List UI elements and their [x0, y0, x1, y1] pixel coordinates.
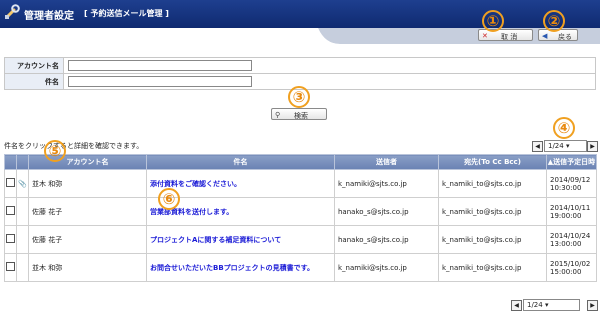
recipient-cell: k_namiki_to@sjts.co.jp	[438, 225, 547, 254]
sender-cell: hanako_s@sjts.co.jp	[334, 197, 439, 226]
table-row: 佐藤 花子 プロジェクトAに関する補足資料について hanako_s@sjts.…	[4, 225, 597, 254]
page-subtitle: [ 予約送信メール管理 ]	[84, 9, 169, 18]
page-select-top[interactable]: 1/24 ▾	[544, 140, 587, 152]
table-row: 並木 和弥 お問合せいただいたBBプロジェクトの見積書です。 k_namiki@…	[4, 253, 597, 282]
row-checkbox[interactable]	[6, 206, 15, 215]
row-checkbox[interactable]	[6, 178, 15, 187]
attachment-column-header	[16, 154, 29, 170]
table-row: 佐藤 花子 営業部資料を送付します。 hanako_s@sjts.co.jp k…	[4, 197, 597, 226]
scheduled-cell: 2015/10/02 15:00:00	[546, 253, 597, 282]
header-bar: 管理者設定 [ 予約送信メール管理 ]	[0, 0, 600, 28]
page-title: 管理者設定	[24, 11, 74, 22]
search-icon: ⚲	[275, 111, 281, 119]
callout-marker-3: ③	[288, 86, 310, 108]
subject-link[interactable]: プロジェクトAに関する補足資料について	[146, 225, 335, 254]
search-button[interactable]: ⚲ 検索	[271, 108, 327, 120]
subject-label: 件名	[4, 73, 64, 90]
scheduled-cell: 2014/10/11 19:00:00	[546, 197, 597, 226]
prev-page-icon[interactable]: ◀	[511, 300, 522, 311]
account-cell: 並木 和弥	[28, 253, 147, 282]
sender-column-header[interactable]: 送信者	[334, 154, 439, 170]
callout-marker-2: ②	[543, 10, 565, 32]
account-cell: 並木 和弥	[28, 169, 147, 198]
close-icon: ✕	[482, 32, 488, 40]
pager-top: ◀ 1/24 ▾ ▶	[532, 140, 598, 152]
pager-bottom: ◀ 1/24 ▾ ▶	[511, 299, 598, 311]
callout-marker-5: ⑤	[44, 140, 66, 162]
callout-marker-4: ④	[553, 117, 575, 139]
callout-marker-1: ①	[482, 10, 504, 32]
paperclip-icon: 📎	[18, 179, 27, 188]
account-cell: 佐藤 花子	[28, 197, 147, 226]
scheduled-column-header[interactable]: ▲送信予定日時	[546, 154, 597, 170]
table-row: 📎 並木 和弥 添付資料をご確認ください。 k_namiki@sjts.co.j…	[4, 169, 597, 198]
row-checkbox[interactable]	[6, 262, 15, 271]
recipient-cell: k_namiki_to@sjts.co.jp	[438, 253, 547, 282]
subject-column-header[interactable]: 件名	[146, 154, 335, 170]
page-select-bottom[interactable]: 1/24 ▾	[523, 299, 580, 311]
subject-link[interactable]: お問合せいただいたBBプロジェクトの見積書です。	[146, 253, 335, 282]
sender-cell: k_namiki@sjts.co.jp	[334, 169, 439, 198]
wrench-icon	[5, 4, 20, 19]
row-checkbox[interactable]	[6, 234, 15, 243]
account-cell: 佐藤 花子	[28, 225, 147, 254]
scheduled-cell: 2014/09/12 10:30:00	[546, 169, 597, 198]
recipient-cell: k_namiki_to@sjts.co.jp	[438, 197, 547, 226]
next-page-icon[interactable]: ▶	[587, 141, 598, 152]
account-name-label: アカウント名	[4, 57, 64, 74]
sender-cell: k_namiki@sjts.co.jp	[334, 253, 439, 282]
back-arrow-icon: ◀	[542, 32, 548, 40]
subject-input[interactable]	[68, 76, 252, 87]
hint-text: 件名をクリックすると詳細を確認できます。	[4, 142, 144, 150]
cancel-button[interactable]: ✕ 取 消	[478, 29, 533, 41]
select-column-header	[4, 154, 17, 170]
callout-marker-6: ⑥	[158, 188, 180, 210]
recipient-cell: k_namiki_to@sjts.co.jp	[438, 169, 547, 198]
prev-page-icon[interactable]: ◀	[532, 141, 543, 152]
sender-cell: hanako_s@sjts.co.jp	[334, 225, 439, 254]
scheduled-cell: 2014/10/24 13:00:00	[546, 225, 597, 254]
next-page-icon[interactable]: ▶	[587, 300, 598, 311]
account-name-input[interactable]	[68, 60, 252, 71]
table-header-row: アカウント名 件名 送信者 宛先(To Cc Bcc) ▲送信予定日時	[4, 154, 597, 170]
recipient-column-header[interactable]: 宛先(To Cc Bcc)	[438, 154, 547, 170]
mail-table: アカウント名 件名 送信者 宛先(To Cc Bcc) ▲送信予定日時 📎 並木…	[4, 154, 597, 282]
